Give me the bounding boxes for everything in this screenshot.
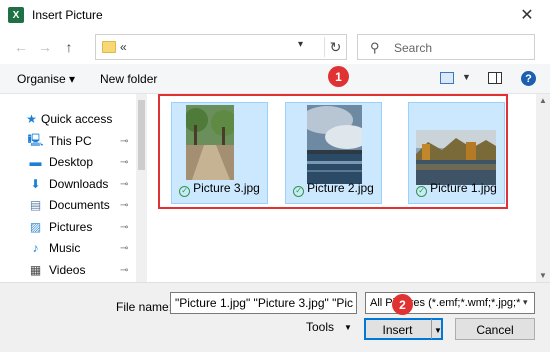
chevron-down-icon[interactable]: ▼	[462, 72, 471, 82]
nav-item-documents[interactable]: ▤ Documents ⊸	[0, 194, 147, 216]
step-badge-2: 2	[392, 294, 413, 315]
scrollbar-thumb[interactable]	[138, 100, 145, 170]
excel-icon: X	[8, 7, 24, 23]
nav-item-music[interactable]: ♪ Music ⊸	[0, 237, 147, 259]
split-divider	[431, 319, 432, 339]
pin-icon: ⊸	[120, 221, 129, 233]
chevron-down-icon[interactable]: ▾	[523, 297, 528, 308]
organise-button[interactable]: Organise ▾	[17, 72, 75, 86]
pin-icon: ⊸	[120, 242, 129, 254]
insert-button[interactable]: Insert ▼	[364, 318, 443, 340]
scroll-up-icon[interactable]: ▲	[539, 96, 547, 105]
computer-icon: 🖳	[27, 132, 44, 147]
view-icon[interactable]	[440, 72, 454, 84]
music-icon: ♪	[32, 241, 39, 255]
scroll-down-icon[interactable]: ▼	[539, 271, 547, 280]
desktop-icon: ▬	[29, 155, 42, 169]
address-path: «	[120, 40, 127, 54]
cancel-button[interactable]: Cancel	[455, 318, 535, 340]
nav-item-label: Downloads	[49, 177, 109, 191]
nav-item-quick-access[interactable]: ★ Quick access	[0, 108, 147, 130]
insert-label: Insert	[382, 323, 413, 337]
pin-icon: ⊸	[120, 264, 129, 276]
nav-item-downloads[interactable]: ⬇ Downloads ⊸	[0, 173, 147, 195]
nav-item-label: Quick access	[41, 112, 113, 126]
pin-icon: ⊸	[120, 156, 129, 168]
file-scrollbar[interactable]: ▲ ▼	[536, 94, 550, 282]
title-bar: X Insert Picture ✕	[0, 0, 550, 30]
search-icon: ⚲	[370, 40, 380, 55]
video-icon: ▦	[29, 263, 42, 277]
folder-icon	[102, 41, 116, 53]
picture-icon: ▨	[29, 220, 42, 234]
nav-item-videos[interactable]: ▦ Videos ⊸	[0, 259, 147, 281]
back-arrow-icon[interactable]: ←	[12, 38, 30, 56]
preview-pane-icon[interactable]	[488, 72, 502, 84]
navigation-pane: ★ Quick access 🖳 This PC ⊸ ▬ Desktop ⊸ ⬇…	[0, 94, 147, 282]
help-icon[interactable]: ?	[521, 71, 536, 86]
search-placeholder: Search	[394, 41, 433, 55]
nav-item-label: Pictures	[49, 220, 93, 234]
nav-item-label: Music	[49, 241, 81, 255]
forward-arrow-icon[interactable]: →	[36, 38, 54, 56]
up-arrow-icon[interactable]: ↑	[60, 38, 78, 56]
download-icon: ⬇	[30, 177, 41, 191]
step-badge-1: 1	[328, 66, 349, 87]
chevron-down-icon[interactable]: ▾	[298, 39, 303, 50]
nav-item-this-pc[interactable]: 🖳 This PC ⊸	[0, 130, 147, 152]
address-bar[interactable]: « ▾ ↻	[95, 34, 347, 60]
document-icon: ▤	[29, 198, 42, 212]
nav-item-pictures[interactable]: ▨ Pictures ⊸	[0, 216, 147, 238]
file-name-field[interactable]: "Picture 1.jpg" "Picture 3.jpg" "Pic	[170, 292, 357, 314]
tools-button[interactable]: Tools	[306, 320, 334, 334]
search-input[interactable]: ⚲ Search	[357, 34, 535, 60]
nav-item-label: Videos	[49, 263, 86, 277]
file-type-select[interactable]: All Pictures (*.emf;*.wmf;*.jpg;*	[365, 292, 535, 314]
nav-scrollbar[interactable]	[136, 94, 147, 282]
nav-item-label: Desktop	[49, 155, 94, 169]
file-name-label: File name:	[116, 300, 173, 314]
pin-icon: ⊸	[120, 178, 129, 190]
window-title: Insert Picture	[32, 8, 103, 22]
nav-item-desktop[interactable]: ▬ Desktop ⊸	[0, 151, 147, 173]
pin-icon: ⊸	[120, 199, 129, 211]
chevron-down-icon[interactable]: ▼	[434, 326, 442, 335]
command-bar: Organise ▾ New folder ▼ ?	[0, 64, 550, 94]
address-row: ← → ↑ « ▾ ↻ ⚲ Search	[0, 30, 550, 64]
close-button[interactable]: ✕	[504, 0, 550, 30]
chevron-down-icon[interactable]: ▼	[344, 323, 352, 332]
selection-highlight	[158, 94, 508, 209]
nav-item-label: This PC	[49, 134, 92, 148]
pin-icon: ⊸	[120, 135, 129, 147]
refresh-icon[interactable]: ↻	[324, 37, 346, 57]
new-folder-button[interactable]: New folder	[100, 72, 157, 86]
star-icon: ★	[26, 112, 37, 126]
nav-item-label: Documents	[49, 198, 110, 212]
